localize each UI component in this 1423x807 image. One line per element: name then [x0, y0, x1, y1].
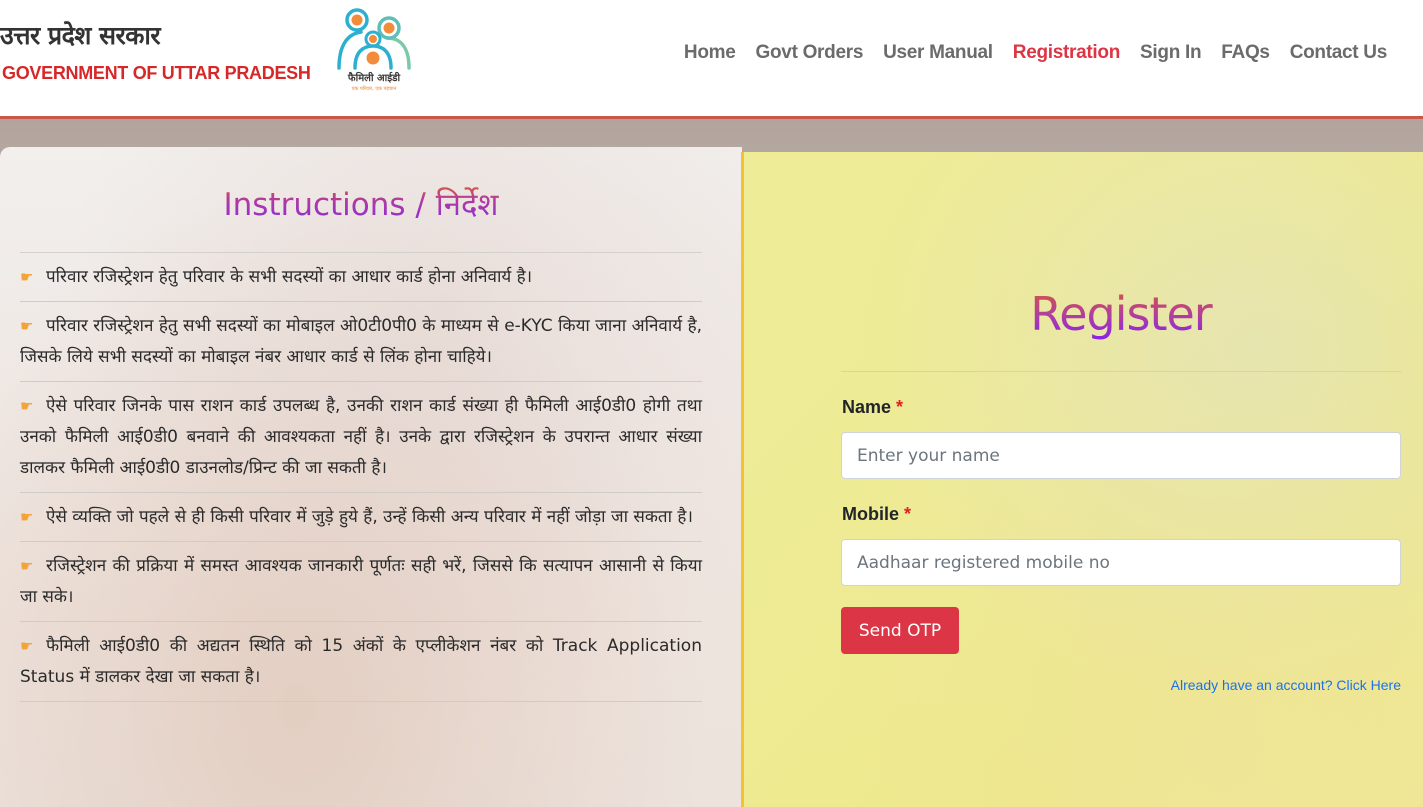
nav-registration[interactable]: Registration	[1013, 42, 1121, 64]
instruction-text: ऐसे व्यक्ति जो पहले से ही किसी परिवार मे…	[46, 507, 693, 527]
instruction-text: रजिस्ट्रेशन की प्रक्रिया में समस्त आवश्य…	[20, 556, 702, 607]
family-id-logo[interactable]: फैमिली आईडी एक परिवार, एक पहचान	[333, 6, 415, 96]
logo-text: फैमिली आईडी	[347, 73, 401, 84]
hand-pointing-right-icon: ☛	[20, 268, 34, 286]
nav-contact-us[interactable]: Contact Us	[1290, 42, 1388, 64]
register-divider	[841, 371, 1401, 372]
brand-english-title: GOVERNMENT OF UTTAR PRADESH	[2, 63, 311, 83]
hand-pointing-right-icon: ☛	[20, 557, 34, 575]
family-people-icon	[337, 8, 411, 70]
mobile-input[interactable]	[841, 539, 1401, 586]
instruction-text: ऐसे परिवार जिनके पास राशन कार्ड उपलब्ध ह…	[20, 396, 702, 478]
name-label-text: Name	[842, 397, 892, 417]
instruction-text: परिवार रजिस्ट्रेशन हेतु सभी सदस्यों का म…	[20, 316, 702, 367]
nav-govt-orders[interactable]: Govt Orders	[756, 42, 864, 64]
hand-pointing-right-icon: ☛	[20, 508, 34, 526]
register-panel	[741, 152, 1423, 807]
main-nav: Home Govt Orders User Manual Registratio…	[684, 42, 1387, 64]
site-header: उत्तर प्रदेश सरकार GOVERNMENT OF UTTAR P…	[0, 0, 1423, 117]
instruction-text: परिवार रजिस्ट्रेशन हेतु परिवार के सभी सद…	[46, 267, 533, 287]
instruction-item: ☛ परिवार रजिस्ट्रेशन हेतु सभी सदस्यों का …	[20, 302, 702, 382]
login-link[interactable]: Already have an account? Click Here	[1171, 677, 1401, 693]
instruction-text: फैमिली आई0डी0 की अद्यतन स्थिति को 15 अंक…	[20, 636, 702, 687]
instruction-item: ☛ फैमिली आई0डी0 की अद्यतन स्थिति को 15 अं…	[20, 622, 702, 702]
logo-tagline: एक परिवार, एक पहचान	[351, 86, 397, 92]
hand-pointing-right-icon: ☛	[20, 637, 34, 655]
nav-user-manual[interactable]: User Manual	[883, 42, 993, 64]
hand-pointing-right-icon: ☛	[20, 317, 34, 335]
instructions-title: Instructions / निर्देश	[0, 183, 722, 225]
required-asterisk: *	[896, 397, 904, 417]
instruction-item: ☛ परिवार रजिस्ट्रेशन हेतु परिवार के सभी स…	[20, 253, 702, 302]
mobile-label-text: Mobile	[842, 504, 899, 524]
name-input[interactable]	[841, 432, 1401, 479]
register-title: Register	[841, 287, 1401, 341]
instructions-list: ☛ परिवार रजिस्ट्रेशन हेतु परिवार के सभी स…	[20, 252, 702, 702]
send-otp-button[interactable]: Send OTP	[841, 607, 959, 654]
required-asterisk: *	[904, 504, 912, 524]
instruction-item: ☛ ऐसे परिवार जिनके पास राशन कार्ड उपलब्ध …	[20, 382, 702, 493]
nav-home[interactable]: Home	[684, 42, 736, 64]
mobile-label: Mobile *	[842, 504, 911, 525]
nav-sign-in[interactable]: Sign In	[1140, 42, 1202, 64]
name-label: Name *	[842, 397, 903, 418]
instruction-item: ☛ ऐसे व्यक्ति जो पहले से ही किसी परिवार म…	[20, 493, 702, 542]
brand-hindi-title: उत्तर प्रदेश सरकार	[0, 21, 161, 50]
hand-pointing-right-icon: ☛	[20, 397, 34, 415]
instruction-item: ☛ रजिस्ट्रेशन की प्रक्रिया में समस्त आवश्…	[20, 542, 702, 622]
nav-faqs[interactable]: FAQs	[1221, 42, 1270, 64]
